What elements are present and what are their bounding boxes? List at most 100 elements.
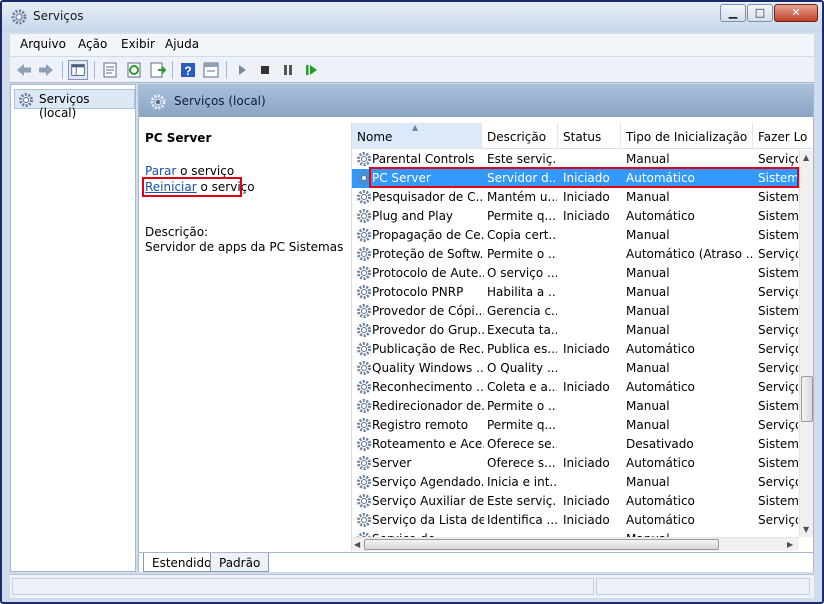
cell-logon-as: Sistema [758, 494, 798, 508]
back-icon[interactable] [14, 60, 34, 80]
service-gear-icon [357, 475, 371, 489]
refresh-icon[interactable] [124, 60, 144, 80]
service-gear-icon [357, 437, 371, 451]
cell-startup-type: Manual [626, 475, 670, 489]
menu-arquivo[interactable]: Arquivo [20, 37, 66, 51]
horizontal-scrollbar[interactable]: ◀ ▶ [352, 537, 799, 551]
table-row[interactable]: Proteção de Softw... Permite o ... Automát… [352, 245, 798, 264]
cell-startup-type: Manual [626, 285, 670, 299]
table-row[interactable]: Serviço Auxiliar de... Este serviç... Inic… [352, 492, 798, 511]
cell-description: Permite q... [487, 418, 556, 432]
horizontal-scroll-thumb[interactable] [364, 539, 719, 550]
pause-service-icon[interactable] [278, 60, 298, 80]
service-gear-icon [357, 228, 371, 242]
table-row[interactable]: Publicação de Rec... Publica es... Iniciad… [352, 340, 798, 359]
cell-logon-as: Serviço [758, 323, 798, 337]
table-row[interactable]: Parental Controls Este serviç... Manual Ser… [352, 150, 798, 169]
cell-description: Permite o ... [487, 247, 557, 261]
start-service-icon[interactable] [232, 60, 252, 80]
table-row[interactable]: Serviço de ...Manual [352, 530, 798, 537]
minimize-icon: ▁ [728, 6, 738, 19]
service-gear-icon [357, 152, 371, 166]
help-icon[interactable]: ? [178, 60, 198, 80]
cell-name: PC Server [372, 171, 431, 185]
column-nome[interactable]: ▲ Nome [352, 123, 482, 149]
column-tipo-inicializacao[interactable]: Tipo de Inicialização [621, 123, 753, 149]
table-row[interactable]: Protocolo PNRP Habilita a ... Manual Serviç… [352, 283, 798, 302]
column-descricao[interactable]: Descrição [482, 123, 558, 149]
cell-startup-type: Automático (Atraso ... [626, 247, 754, 261]
properties-icon[interactable] [100, 60, 120, 80]
cell-startup-type: Automático [626, 494, 695, 508]
stop-service-icon[interactable] [255, 60, 275, 80]
view-icon[interactable] [201, 60, 221, 80]
services-gear-icon [11, 9, 27, 25]
service-gear-icon [357, 323, 371, 337]
cell-startup-type: Automático [626, 209, 695, 223]
cell-status: Iniciado [563, 209, 610, 223]
cell-name: Publicação de Rec... [372, 342, 484, 356]
scroll-down-icon[interactable]: ▼ [803, 525, 809, 534]
export-list-icon[interactable] [148, 60, 168, 80]
service-gear-icon [357, 494, 371, 508]
cell-startup-type: Manual [626, 190, 670, 204]
cell-name: Pesquisador de C... [372, 190, 484, 204]
service-gear-icon [357, 342, 371, 356]
cell-description: Permite o ... [487, 399, 557, 413]
table-row[interactable]: Redirecionador de... Permite o ... Manual S… [352, 397, 798, 416]
table-row[interactable]: Propagação de Ce... Copia cert... Manual Si… [352, 226, 798, 245]
scroll-right-icon[interactable]: ▶ [787, 540, 793, 549]
cell-name: Serviço Auxiliar de... [372, 494, 484, 508]
cell-logon-as: Serviço [758, 418, 798, 432]
show-hide-tree-icon[interactable] [68, 60, 88, 80]
tree-item-services-local[interactable]: Serviços (local) [14, 89, 135, 120]
column-header: ▲ Nome Descrição Status Tipo de Iniciali… [352, 123, 813, 149]
tab-estendido[interactable]: Estendido [143, 553, 221, 572]
cell-name: Serviço da Lista de... [372, 513, 484, 527]
cell-description: Oferece s... [487, 456, 556, 470]
menu-ajuda[interactable]: Ajuda [165, 37, 199, 51]
menu-exibir[interactable]: Exibir [121, 37, 155, 51]
cell-description: Executa ta... [487, 323, 557, 337]
vertical-scroll-thumb[interactable] [801, 376, 813, 422]
cell-description: Mantém u... [487, 190, 557, 204]
table-row[interactable]: Reconhecimento ... Coleta e a... Iniciado A… [352, 378, 798, 397]
scroll-up-icon[interactable]: ▲ [803, 153, 809, 162]
cell-startup-type: Automático [626, 513, 695, 527]
scroll-left-icon[interactable]: ◀ [354, 540, 360, 549]
minimize-button[interactable]: ▁ [720, 4, 746, 22]
restart-service-icon[interactable] [301, 60, 321, 80]
table-row[interactable]: Plug and Play Permite q... Iniciado Automát… [352, 207, 798, 226]
forward-icon[interactable] [36, 60, 56, 80]
table-row[interactable]: Serviço da Lista de...Identifica ... Inic… [352, 511, 798, 530]
table-row[interactable]: Provedor do Grup... Executa ta... Manual Se… [352, 321, 798, 340]
tab-padrao[interactable]: Padrão [210, 553, 270, 572]
column-status[interactable]: Status [558, 123, 621, 149]
maximize-button[interactable]: □ [747, 4, 773, 22]
cell-description: Copia cert... [487, 228, 557, 242]
menu-acao[interactable]: Ação [78, 37, 107, 51]
cell-name: Quality Windows ... [372, 361, 484, 375]
table-row[interactable]: Server Oferece s... Iniciado Automático Sist… [352, 454, 798, 473]
table-row[interactable]: Pesquisador de C... Mantém u... Iniciado Ma… [352, 188, 798, 207]
table-row[interactable]: Provedor de Cópi... Gerencia c... Manual Si… [352, 302, 798, 321]
title-bar[interactable]: Serviços ▁ □ ✕ [2, 2, 822, 32]
service-gear-icon [357, 247, 371, 261]
cell-name: Reconhecimento ... [372, 380, 484, 394]
table-row[interactable]: Registro remoto Permite q... Manual Serviço [352, 416, 798, 435]
vertical-scrollbar[interactable]: ▲ ▼ [799, 150, 813, 537]
table-row[interactable]: Protocolo de Aute... O serviço ... Manual S… [352, 264, 798, 283]
cell-startup-type: Automático [626, 342, 695, 356]
table-row[interactable]: Quality Windows ... O Quality ... Manual Se… [352, 359, 798, 378]
close-icon: ✕ [791, 6, 801, 19]
column-fazer-logon[interactable]: Fazer Lo [753, 123, 813, 149]
cell-status: Iniciado [563, 456, 610, 470]
menu-bar: Arquivo Ação Exibir Ajuda [10, 34, 814, 56]
close-button[interactable]: ✕ [774, 4, 818, 22]
table-row[interactable]: PC Server Servidor d... Iniciado Automático… [352, 169, 798, 188]
stop-service-link[interactable]: Parar [145, 164, 176, 178]
status-pane-main [12, 578, 594, 595]
cell-description: Oferece se... [487, 437, 557, 451]
table-row[interactable]: Serviço Agendado... Inicia e int... Manual… [352, 473, 798, 492]
table-row[interactable]: Roteamento e Ace... Oferece se... Desativa… [352, 435, 798, 454]
